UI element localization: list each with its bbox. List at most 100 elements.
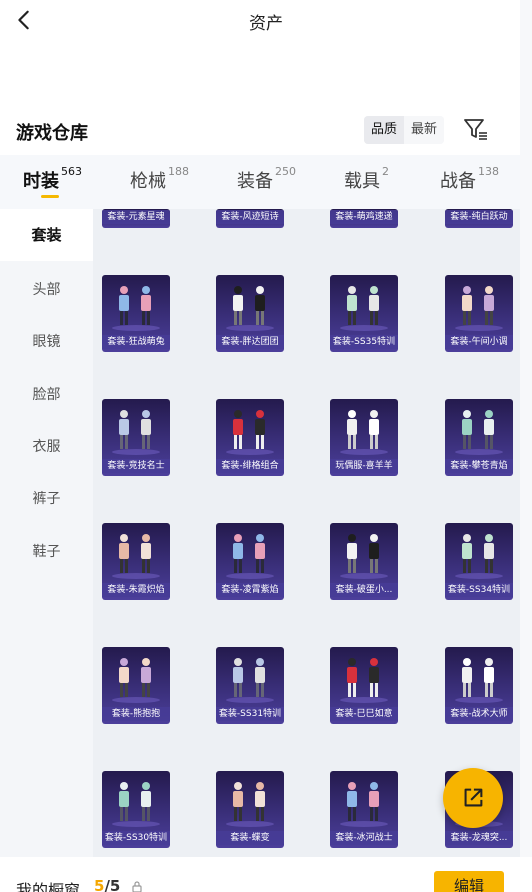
outfit-thumbnail <box>340 410 388 455</box>
tab-count: 250 <box>275 165 296 178</box>
outfit-card[interactable]: 套装-蝶变 <box>216 771 284 848</box>
tab-label: 战备 <box>440 171 476 192</box>
outfit-name: 套装-熊抱抱 <box>102 707 170 721</box>
outfit-thumbnail <box>226 286 274 331</box>
outfit-name: 套装-风迹短诗 <box>216 210 284 224</box>
outfit-thumbnail <box>455 534 503 579</box>
outfit-card[interactable]: 套装-冰河战士 <box>330 771 398 848</box>
tab-equipment[interactable]: 装备 250 <box>237 165 296 193</box>
outfit-thumbnail <box>226 534 274 579</box>
outfit-name: 套装-龙魂突... <box>445 831 513 845</box>
outfit-card[interactable]: 套装-SS30特训 <box>102 771 170 848</box>
outfit-name: 套装-元素星魂 <box>102 210 170 224</box>
page-title: 资产 <box>249 14 283 34</box>
outfit-card[interactable]: 套装-元素星魂 <box>102 209 170 228</box>
outfit-card[interactable]: 套装-风迹短诗 <box>216 209 284 228</box>
sidebar-item-outfit[interactable]: 套装 <box>0 209 93 261</box>
outfit-name: 套装-战术大师 <box>445 707 513 721</box>
outfit-name: 套装-竞技名士 <box>102 459 170 473</box>
lock-icon <box>132 881 142 892</box>
section-header: 游戏仓库 品质 最新 <box>0 110 532 150</box>
outfit-card[interactable]: 套装-破蛋小... <box>330 523 398 600</box>
sort-quality-button[interactable]: 品质 <box>364 116 405 144</box>
tab-supplies[interactable]: 战备 138 <box>440 165 499 193</box>
sidebar: 套装 头部 眼镜 脸部 衣服 裤子 鞋子 <box>0 209 93 857</box>
outfit-name: 套装-SS35特训 <box>330 335 398 349</box>
outfit-name: 套装-蝶变 <box>216 831 284 845</box>
outfit-card[interactable]: 套装-萌鸡速递 <box>330 209 398 228</box>
outfit-name: 套装-萌鸡速递 <box>330 210 398 224</box>
outfit-card[interactable]: 套装-战术大师 <box>445 647 513 724</box>
filter-icon <box>464 119 487 140</box>
outfit-card[interactable]: 套装-朱霞炽焰 <box>102 523 170 600</box>
tab-count: 188 <box>168 165 189 178</box>
outfit-thumbnail <box>455 410 503 455</box>
outfit-name: 套装-绯格组合 <box>216 459 284 473</box>
outfit-name: 套装-破蛋小... <box>330 583 398 597</box>
outfit-card[interactable]: 套装-午间小调 <box>445 275 513 352</box>
scroll-edge <box>520 0 532 892</box>
outfit-card[interactable]: 套装-竞技名士 <box>102 399 170 476</box>
outfit-name: 套装-攀苍青焰 <box>445 459 513 473</box>
outfit-card[interactable]: 套装-攀苍青焰 <box>445 399 513 476</box>
outfit-card[interactable]: 套装-狂战萌兔 <box>102 275 170 352</box>
top-bar: 资产 <box>0 0 532 42</box>
tab-label: 枪械 <box>130 171 166 192</box>
outfit-thumbnail <box>340 658 388 703</box>
showcase-bar: 我的橱窗 5/5 编辑 <box>0 857 532 892</box>
outfit-thumbnail <box>340 286 388 331</box>
showcase-label: 我的橱窗 <box>16 881 81 892</box>
outfit-card[interactable]: 套装-熊抱抱 <box>102 647 170 724</box>
share-button[interactable] <box>443 768 503 828</box>
outfit-card[interactable]: 套装-巳巳如意 <box>330 647 398 724</box>
outfit-name: 套装-SS31特训 <box>216 707 284 721</box>
tab-count: 2 <box>382 165 389 178</box>
sidebar-item-shoes[interactable]: 鞋子 <box>0 541 93 561</box>
sidebar-item-face[interactable]: 脸部 <box>0 384 93 404</box>
outfit-name: 套装-SS30特训 <box>102 831 170 845</box>
sort-newest-button[interactable]: 最新 <box>404 116 445 144</box>
tab-label: 装备 <box>237 171 273 192</box>
outfit-name: 套装-狂战萌兔 <box>102 335 170 349</box>
outfit-card[interactable]: 套装-SS35特训 <box>330 275 398 352</box>
edit-button[interactable]: 编辑 <box>434 871 504 892</box>
outfit-name: 套装-巳巳如意 <box>330 707 398 721</box>
tab-guns[interactable]: 枪械 188 <box>130 165 189 193</box>
outfit-card[interactable]: 套装-胖达团团 <box>216 275 284 352</box>
filter-button[interactable] <box>462 115 490 143</box>
outfit-card[interactable]: 套装-凌霄紫焰 <box>216 523 284 600</box>
sort-toggle: 品质 最新 <box>364 116 445 144</box>
tab-count: 563 <box>61 165 82 178</box>
outfit-name: 玩偶服-喜羊羊 <box>330 459 398 473</box>
outfit-name: 套装-凌霄紫焰 <box>216 583 284 597</box>
outfit-name: 套装-朱霞炽焰 <box>102 583 170 597</box>
outfit-thumbnail <box>455 658 503 703</box>
sidebar-item-head[interactable]: 头部 <box>0 279 93 299</box>
sidebar-item-pants[interactable]: 裤子 <box>0 488 93 508</box>
outfit-card[interactable]: 套装-SS34特训 <box>445 523 513 600</box>
outfit-thumbnail <box>112 658 160 703</box>
tab-label: 时装 <box>23 171 59 192</box>
outfit-thumbnail <box>112 286 160 331</box>
section-title: 游戏仓库 <box>16 123 88 144</box>
sidebar-item-glasses[interactable]: 眼镜 <box>0 331 93 351</box>
outfit-thumbnail <box>226 410 274 455</box>
outfit-thumbnail <box>226 782 274 827</box>
outfit-thumbnail <box>340 782 388 827</box>
outfit-card[interactable]: 套装-绯格组合 <box>216 399 284 476</box>
outfit-card[interactable]: 玩偶服-喜羊羊 <box>330 399 398 476</box>
outfit-name: 套装-午间小调 <box>445 335 513 349</box>
outfit-name: 套装-SS34特训 <box>445 583 513 597</box>
outfit-thumbnail <box>226 658 274 703</box>
tab-count: 138 <box>478 165 499 178</box>
showcase-count: 5/5 <box>94 877 120 892</box>
outfit-card[interactable]: 套装-纯白跃动 <box>445 209 513 228</box>
outfit-name: 套装-冰河战士 <box>330 831 398 845</box>
tab-fashion[interactable]: 时装 563 <box>23 165 82 193</box>
tab-vehicles[interactable]: 载具 2 <box>344 165 389 193</box>
active-tab-indicator <box>41 195 59 198</box>
outfit-thumbnail <box>112 534 160 579</box>
outfit-card[interactable]: 套装-SS31特训 <box>216 647 284 724</box>
sidebar-item-clothes[interactable]: 衣服 <box>0 436 93 456</box>
item-grid: 套装-元素星魂 套装-风迹短诗 套装-萌鸡速递 套装-纯白跃动套装-狂战萌兔 套装-胖达… <box>93 209 520 857</box>
